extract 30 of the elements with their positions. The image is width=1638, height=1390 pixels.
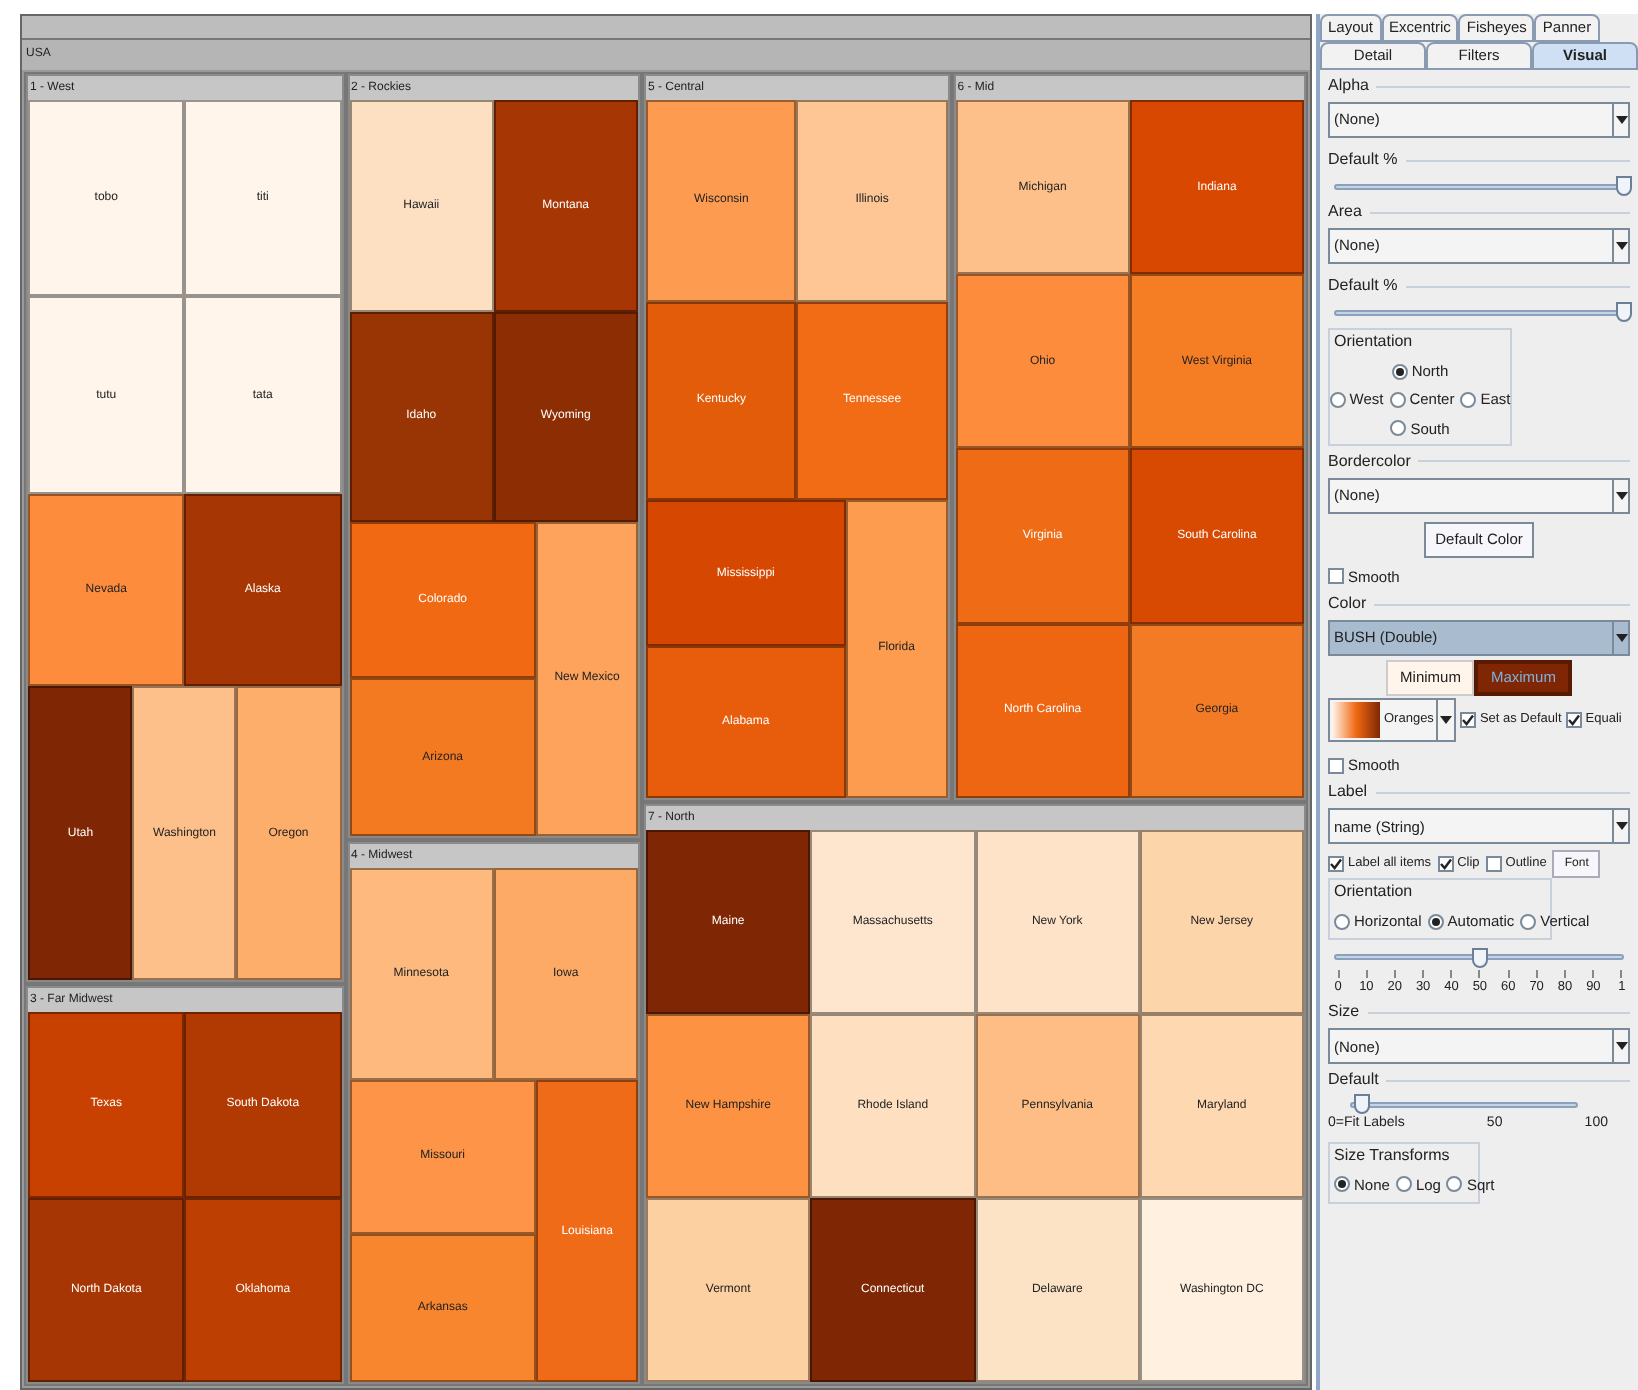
caret-icon (1615, 116, 1627, 124)
caret-icon (1615, 822, 1627, 831)
slider-thumb[interactable] (1616, 302, 1632, 322)
caret-icon (1615, 634, 1627, 642)
caret-icon (1615, 1042, 1627, 1051)
section-title: Size (1328, 1002, 1360, 1023)
slider[interactable] (1350, 1094, 1578, 1115)
check-icon (1461, 714, 1474, 726)
section-title: Default (1328, 1070, 1379, 1091)
caret-icon (1439, 716, 1452, 724)
caret-icon (1615, 242, 1627, 250)
slider-thumb[interactable] (1471, 947, 1487, 967)
caret-icon (1615, 491, 1627, 500)
check-icon (1330, 858, 1342, 871)
group-title: Size Transforms (1334, 1143, 1452, 1168)
section-title: Area (1328, 202, 1362, 222)
section-title: Default % (1328, 276, 1398, 296)
section-title: Bordercolor (1328, 451, 1411, 472)
gradient-swatch (1332, 702, 1380, 738)
slider-thumb[interactable] (1616, 176, 1632, 196)
section-title: Color (1328, 594, 1367, 614)
section-title: Label (1328, 782, 1368, 803)
slider-thumb[interactable] (1353, 1094, 1370, 1115)
slider[interactable] (1334, 947, 1624, 967)
section-title: Alpha (1328, 76, 1369, 96)
group-title: Orientation (1334, 330, 1413, 354)
group-title: Orientation (1334, 880, 1415, 905)
check-icon (1567, 714, 1580, 726)
section-title: Default % (1328, 150, 1398, 170)
check-icon (1439, 858, 1452, 871)
